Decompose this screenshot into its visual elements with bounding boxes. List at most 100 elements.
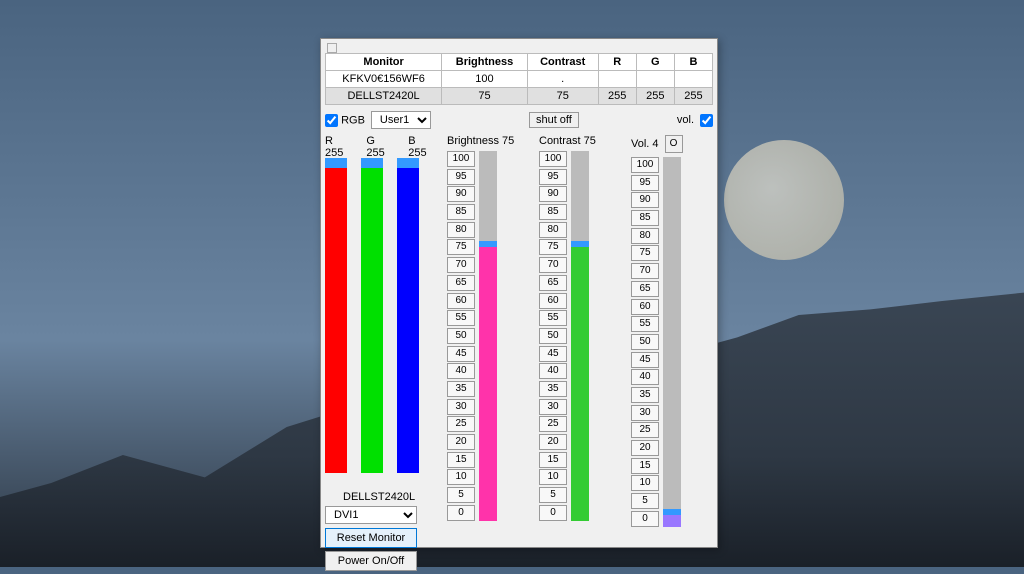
tick-button[interactable]: 60 [447, 293, 475, 309]
tick-button[interactable]: 45 [447, 346, 475, 362]
tick-button[interactable]: 60 [539, 293, 567, 309]
volume-slider[interactable] [663, 157, 681, 527]
tick-button[interactable]: 100 [631, 157, 659, 173]
tick-button[interactable]: 75 [539, 239, 567, 255]
selected-monitor-name: DELLST2420L [325, 491, 435, 503]
tick-button[interactable]: 45 [539, 346, 567, 362]
tick-button[interactable]: 95 [539, 169, 567, 185]
tick-button[interactable]: 80 [539, 222, 567, 238]
table-row[interactable]: DELLST2420L7575255255255 [326, 88, 713, 105]
window-titlebar[interactable] [325, 43, 713, 51]
tick-button[interactable]: 40 [539, 363, 567, 379]
tick-button[interactable]: 45 [631, 352, 659, 368]
tick-button[interactable]: 85 [539, 204, 567, 220]
tick-button[interactable]: 100 [447, 151, 475, 167]
tick-button[interactable]: 55 [539, 310, 567, 326]
tick-button[interactable]: 10 [539, 469, 567, 485]
tick-button[interactable]: 30 [631, 405, 659, 421]
rgb-panel: R 255 G 255 B 255 DELLST2420L DVI1 Reset… [325, 135, 435, 574]
contrast-panel: Contrast 75 1009590858075706560555045403… [539, 135, 619, 574]
rgb-checkbox[interactable]: RGB [325, 114, 365, 127]
desktop-moon [724, 140, 844, 260]
table-header[interactable]: Contrast [527, 54, 598, 71]
tick-button[interactable]: 20 [539, 434, 567, 450]
tick-button[interactable]: 15 [631, 458, 659, 474]
tick-button[interactable]: 10 [447, 469, 475, 485]
volume-label: Vol. 4 [631, 138, 659, 150]
tick-button[interactable]: 5 [447, 487, 475, 503]
monitor-table[interactable]: MonitorBrightnessContrastRGB KFKV0€156WF… [325, 53, 713, 105]
table-header[interactable]: Brightness [442, 54, 528, 71]
tick-button[interactable]: 100 [539, 151, 567, 167]
tick-button[interactable]: 95 [631, 175, 659, 191]
tick-button[interactable]: 40 [447, 363, 475, 379]
tick-button[interactable]: 75 [631, 245, 659, 261]
tick-button[interactable]: 5 [631, 493, 659, 509]
tick-button[interactable]: 10 [631, 475, 659, 491]
contrast-slider[interactable] [571, 151, 589, 521]
tick-button[interactable]: 35 [447, 381, 475, 397]
brightness-slider[interactable] [479, 151, 497, 521]
tick-button[interactable]: 30 [539, 399, 567, 415]
tick-button[interactable]: 55 [447, 310, 475, 326]
tick-button[interactable]: 35 [631, 387, 659, 403]
tick-button[interactable]: 0 [539, 505, 567, 521]
b-label: B 255 [408, 135, 435, 159]
table-header[interactable]: Monitor [326, 54, 442, 71]
power-button[interactable]: Power On/Off [325, 551, 417, 571]
tick-button[interactable]: 30 [447, 399, 475, 415]
tick-button[interactable]: 50 [447, 328, 475, 344]
shutoff-button[interactable]: shut off [529, 112, 579, 128]
tick-button[interactable]: 5 [539, 487, 567, 503]
tick-button[interactable]: 20 [631, 440, 659, 456]
tick-button[interactable]: 95 [447, 169, 475, 185]
g-label: G 255 [366, 135, 394, 159]
vol-checkbox[interactable] [700, 114, 713, 127]
brightness-label: Brightness 75 [447, 135, 527, 147]
r-slider[interactable] [325, 163, 347, 473]
volume-o-button[interactable]: O [665, 135, 683, 153]
tick-button[interactable]: 40 [631, 369, 659, 385]
tick-button[interactable]: 35 [539, 381, 567, 397]
preset-select[interactable]: User1 [371, 111, 431, 129]
tick-button[interactable]: 0 [447, 505, 475, 521]
tick-button[interactable]: 50 [631, 334, 659, 350]
tick-button[interactable]: 15 [539, 452, 567, 468]
tick-button[interactable]: 55 [631, 316, 659, 332]
input-select[interactable]: DVI1 [325, 506, 417, 524]
tick-button[interactable]: 90 [447, 186, 475, 202]
g-slider[interactable] [361, 163, 383, 473]
r-label: R 255 [325, 135, 352, 159]
brightness-panel: Brightness 75 10095908580757065605550454… [447, 135, 527, 574]
reset-monitor-button[interactable]: Reset Monitor [325, 528, 417, 548]
table-header[interactable]: G [636, 54, 674, 71]
tick-button[interactable]: 60 [631, 299, 659, 315]
tick-button[interactable]: 90 [631, 192, 659, 208]
tick-button[interactable]: 75 [447, 239, 475, 255]
tick-button[interactable]: 15 [447, 452, 475, 468]
tick-button[interactable]: 25 [539, 416, 567, 432]
tick-button[interactable]: 70 [447, 257, 475, 273]
tick-button[interactable]: 85 [447, 204, 475, 220]
tick-button[interactable]: 20 [447, 434, 475, 450]
rgb-checkbox-label: RGB [341, 114, 365, 126]
tick-button[interactable]: 70 [631, 263, 659, 279]
tick-button[interactable]: 65 [539, 275, 567, 291]
table-row[interactable]: KFKV0€156WF6100. [326, 71, 713, 88]
tick-button[interactable]: 0 [631, 511, 659, 527]
table-header[interactable]: B [674, 54, 712, 71]
tick-button[interactable]: 90 [539, 186, 567, 202]
tick-button[interactable]: 65 [631, 281, 659, 297]
b-slider[interactable] [397, 163, 419, 473]
tick-button[interactable]: 70 [539, 257, 567, 273]
tick-button[interactable]: 80 [631, 228, 659, 244]
monitor-control-window: MonitorBrightnessContrastRGB KFKV0€156WF… [320, 38, 718, 548]
contrast-label: Contrast 75 [539, 135, 619, 147]
tick-button[interactable]: 50 [539, 328, 567, 344]
table-header[interactable]: R [598, 54, 636, 71]
tick-button[interactable]: 25 [631, 422, 659, 438]
tick-button[interactable]: 25 [447, 416, 475, 432]
tick-button[interactable]: 85 [631, 210, 659, 226]
tick-button[interactable]: 80 [447, 222, 475, 238]
tick-button[interactable]: 65 [447, 275, 475, 291]
